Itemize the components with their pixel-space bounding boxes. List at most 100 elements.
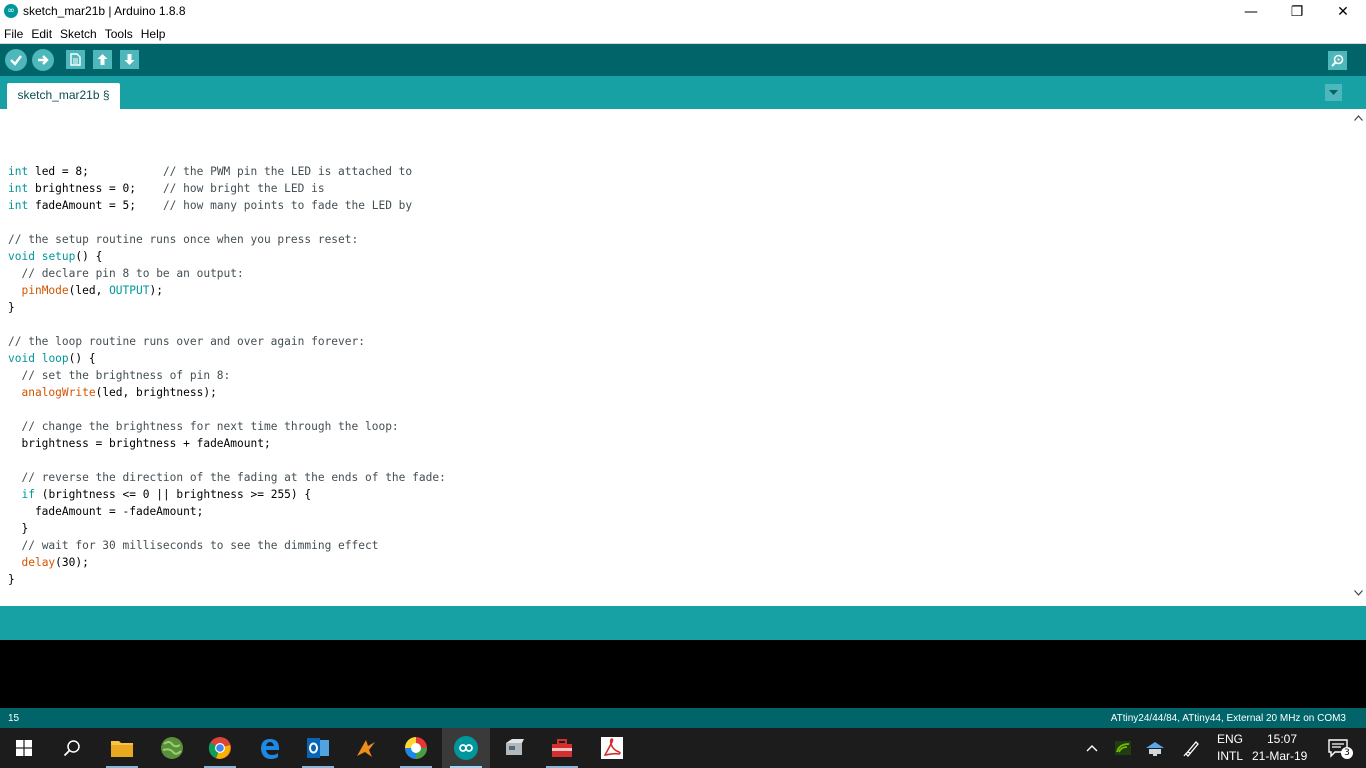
close-button[interactable]: ✕ xyxy=(1320,0,1366,23)
code-line[interactable]: // the loop routine runs over and over a… xyxy=(8,333,446,350)
code-line[interactable]: // reverse the direction of the fading a… xyxy=(8,469,445,486)
upload-button[interactable] xyxy=(32,49,54,71)
code-line[interactable] xyxy=(8,401,446,418)
code-line[interactable]: // the setup routine runs once when you … xyxy=(8,231,446,248)
notification-badge: 3 xyxy=(1341,747,1353,759)
search-button[interactable] xyxy=(48,728,96,768)
tray-pen[interactable] xyxy=(1178,728,1206,768)
code-token: brightness = 0; xyxy=(28,182,163,195)
console-output[interactable] xyxy=(0,640,1366,708)
code-token: (led, brightness); xyxy=(95,386,217,399)
code-line[interactable]: } xyxy=(8,520,446,537)
code-line[interactable]: if (brightness <= 0 || brightness >= 255… xyxy=(8,486,446,503)
taskbar-bird-app[interactable] xyxy=(342,728,390,768)
clock-date[interactable]: 21-Mar-19 xyxy=(1252,749,1307,763)
tab-menu-button[interactable] xyxy=(1325,84,1342,101)
menu-file[interactable]: File xyxy=(0,25,27,41)
checkmark-icon xyxy=(10,55,22,66)
taskbar-hardware-app[interactable] xyxy=(490,728,538,768)
code-token: fadeAmount = -fadeAmount; xyxy=(8,505,204,518)
menu-tools[interactable]: Tools xyxy=(101,25,137,41)
taskbar-chrome[interactable] xyxy=(196,728,244,768)
taskbar-file-explorer[interactable] xyxy=(98,728,146,768)
code-token: (brightness <= 0 || brightness >= 255) { xyxy=(34,488,312,501)
code-line[interactable] xyxy=(8,146,446,163)
taskbar-arduino[interactable] xyxy=(442,728,490,768)
code-line[interactable]: int led = 8; // the PWM pin the LED is a… xyxy=(8,163,446,180)
code-text[interactable]: int led = 8; // the PWM pin the LED is a… xyxy=(8,146,446,588)
code-token: // how bright the LED is xyxy=(162,182,325,195)
code-line[interactable] xyxy=(8,214,446,231)
chevron-up-icon xyxy=(1086,745,1098,752)
window-title: sketch_mar21b | Arduino 1.8.8 xyxy=(23,4,186,18)
code-line[interactable] xyxy=(8,316,446,333)
code-line[interactable]: // wait for 30 milliseconds to see the d… xyxy=(8,537,446,554)
code-line[interactable]: void setup() { xyxy=(8,248,446,265)
taskbar-acrobat[interactable] xyxy=(588,728,636,768)
code-editor[interactable]: int led = 8; // the PWM pin the LED is a… xyxy=(0,109,1350,605)
code-line[interactable]: pinMode(led, OUTPUT); xyxy=(8,282,446,299)
code-line[interactable]: // change the brightness for next time t… xyxy=(8,418,446,435)
verify-button[interactable] xyxy=(5,49,27,71)
code-line[interactable]: void loop() { xyxy=(8,350,446,367)
menu-help[interactable]: Help xyxy=(137,25,170,41)
start-button[interactable] xyxy=(0,728,48,768)
code-token: } xyxy=(8,573,15,586)
code-line[interactable]: delay(30); xyxy=(8,554,446,571)
taskbar-toolbox-app[interactable] xyxy=(538,728,586,768)
code-token: } xyxy=(8,301,15,314)
code-token: // change the brightness for next time t… xyxy=(21,420,399,433)
keyboard-layout[interactable]: INTL xyxy=(1217,749,1243,763)
code-token: // wait for 30 milliseconds to see the d… xyxy=(21,539,379,552)
code-line[interactable]: } xyxy=(8,571,446,588)
folder-icon xyxy=(111,741,133,757)
windows-logo-icon xyxy=(16,740,32,756)
menu-edit[interactable]: Edit xyxy=(27,25,56,41)
action-center[interactable]: 3 xyxy=(1318,728,1358,768)
clock-time[interactable]: 15:07 xyxy=(1267,732,1297,746)
footer-bar: 15 ATtiny24/44/84, ATtiny44, External 20… xyxy=(0,708,1366,728)
code-line[interactable]: } xyxy=(8,299,446,316)
tray-chevron[interactable] xyxy=(1080,728,1104,768)
code-line[interactable]: int fadeAmount = 5; // how many points t… xyxy=(8,197,446,214)
globe-icon xyxy=(161,737,183,759)
status-bar xyxy=(0,606,1366,640)
chevron-down-icon xyxy=(1329,89,1338,95)
code-token: // how many points to fade the LED by xyxy=(162,199,413,212)
new-button[interactable] xyxy=(66,50,85,69)
outlook-icon xyxy=(307,738,329,758)
chrome-icon xyxy=(208,737,231,759)
save-button[interactable] xyxy=(120,50,139,69)
code-line[interactable]: analogWrite(led, brightness); xyxy=(8,384,446,401)
tray-nvidia[interactable] xyxy=(1110,728,1136,768)
code-token: void xyxy=(8,250,35,263)
scroll-down-icon[interactable] xyxy=(1350,586,1366,602)
maximize-button[interactable]: ❐ xyxy=(1274,0,1320,23)
taskbar-edge[interactable] xyxy=(246,728,294,768)
taskbar-globe-app[interactable] xyxy=(148,728,196,768)
scroll-up-icon[interactable] xyxy=(1350,111,1366,127)
code-line[interactable] xyxy=(8,452,446,469)
code-line[interactable]: // declare pin 8 to be an output: xyxy=(8,265,446,282)
open-button[interactable] xyxy=(93,50,112,69)
code-line[interactable]: brightness = brightness + fadeAmount; xyxy=(8,435,446,452)
nvidia-icon xyxy=(1115,741,1131,755)
taskbar-outlook[interactable] xyxy=(294,728,342,768)
tray-network[interactable] xyxy=(1142,728,1168,768)
tab-sketch[interactable]: sketch_mar21b § xyxy=(7,83,120,109)
code-token: // the PWM pin the LED is attached to xyxy=(162,165,413,178)
code-token: ); xyxy=(149,284,163,297)
code-token: void xyxy=(8,352,35,365)
serial-monitor-button[interactable] xyxy=(1328,51,1347,70)
code-line[interactable]: fadeAmount = -fadeAmount; xyxy=(8,503,446,520)
editor-scrollbar[interactable] xyxy=(1350,109,1366,605)
menu-sketch[interactable]: Sketch xyxy=(56,25,101,41)
code-line[interactable]: // set the brightness of pin 8: xyxy=(8,367,446,384)
taskbar-color-app[interactable] xyxy=(392,728,440,768)
language-indicator[interactable]: ENG xyxy=(1217,732,1243,746)
code-line[interactable]: int brightness = 0; // how bright the LE… xyxy=(8,180,446,197)
board-info: ATtiny24/44/84, ATtiny44, External 20 MH… xyxy=(1110,713,1346,724)
minimize-button[interactable]: — xyxy=(1228,0,1274,23)
